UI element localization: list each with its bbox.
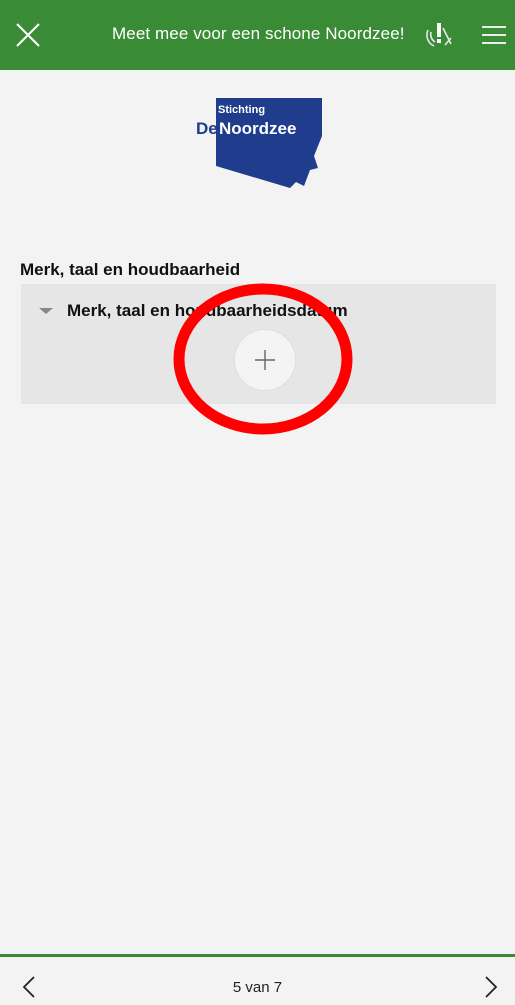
stichting-de-noordzee-logo: Stichting De Noordzee bbox=[196, 96, 324, 196]
group-label: Merk, taal en houdbaarheidsdatum bbox=[67, 301, 348, 320]
page-indicator: 5 van 7 bbox=[232, 979, 283, 996]
bottom-navigation: 5 van 7 bbox=[0, 957, 515, 1005]
chevron-right-icon bbox=[485, 976, 498, 998]
hamburger-menu-icon bbox=[482, 26, 506, 44]
add-item-button[interactable] bbox=[234, 329, 296, 391]
logo-line1: Stichting bbox=[218, 104, 265, 116]
plus-icon bbox=[255, 350, 275, 370]
close-button[interactable] bbox=[8, 15, 48, 55]
caret-down-icon bbox=[39, 308, 53, 314]
group-header[interactable]: Merk, taal en houdbaarheidsdatum bbox=[39, 301, 348, 321]
close-icon bbox=[16, 23, 40, 47]
section-title: Merk, taal en houdbaarheid bbox=[20, 260, 241, 279]
app-title: Meet mee voor een schone Noordzee! bbox=[112, 24, 405, 43]
logo-main: Noordzee bbox=[219, 119, 296, 138]
menu-button[interactable] bbox=[476, 18, 510, 52]
top-app-bar: Meet mee voor een schone Noordzee! bbox=[0, 0, 515, 70]
logo-prefix: De bbox=[196, 119, 218, 138]
repeat-group-panel: Merk, taal en houdbaarheidsdatum bbox=[21, 284, 496, 404]
next-page-button[interactable] bbox=[476, 973, 504, 1001]
measure-status-icon[interactable] bbox=[422, 18, 456, 52]
